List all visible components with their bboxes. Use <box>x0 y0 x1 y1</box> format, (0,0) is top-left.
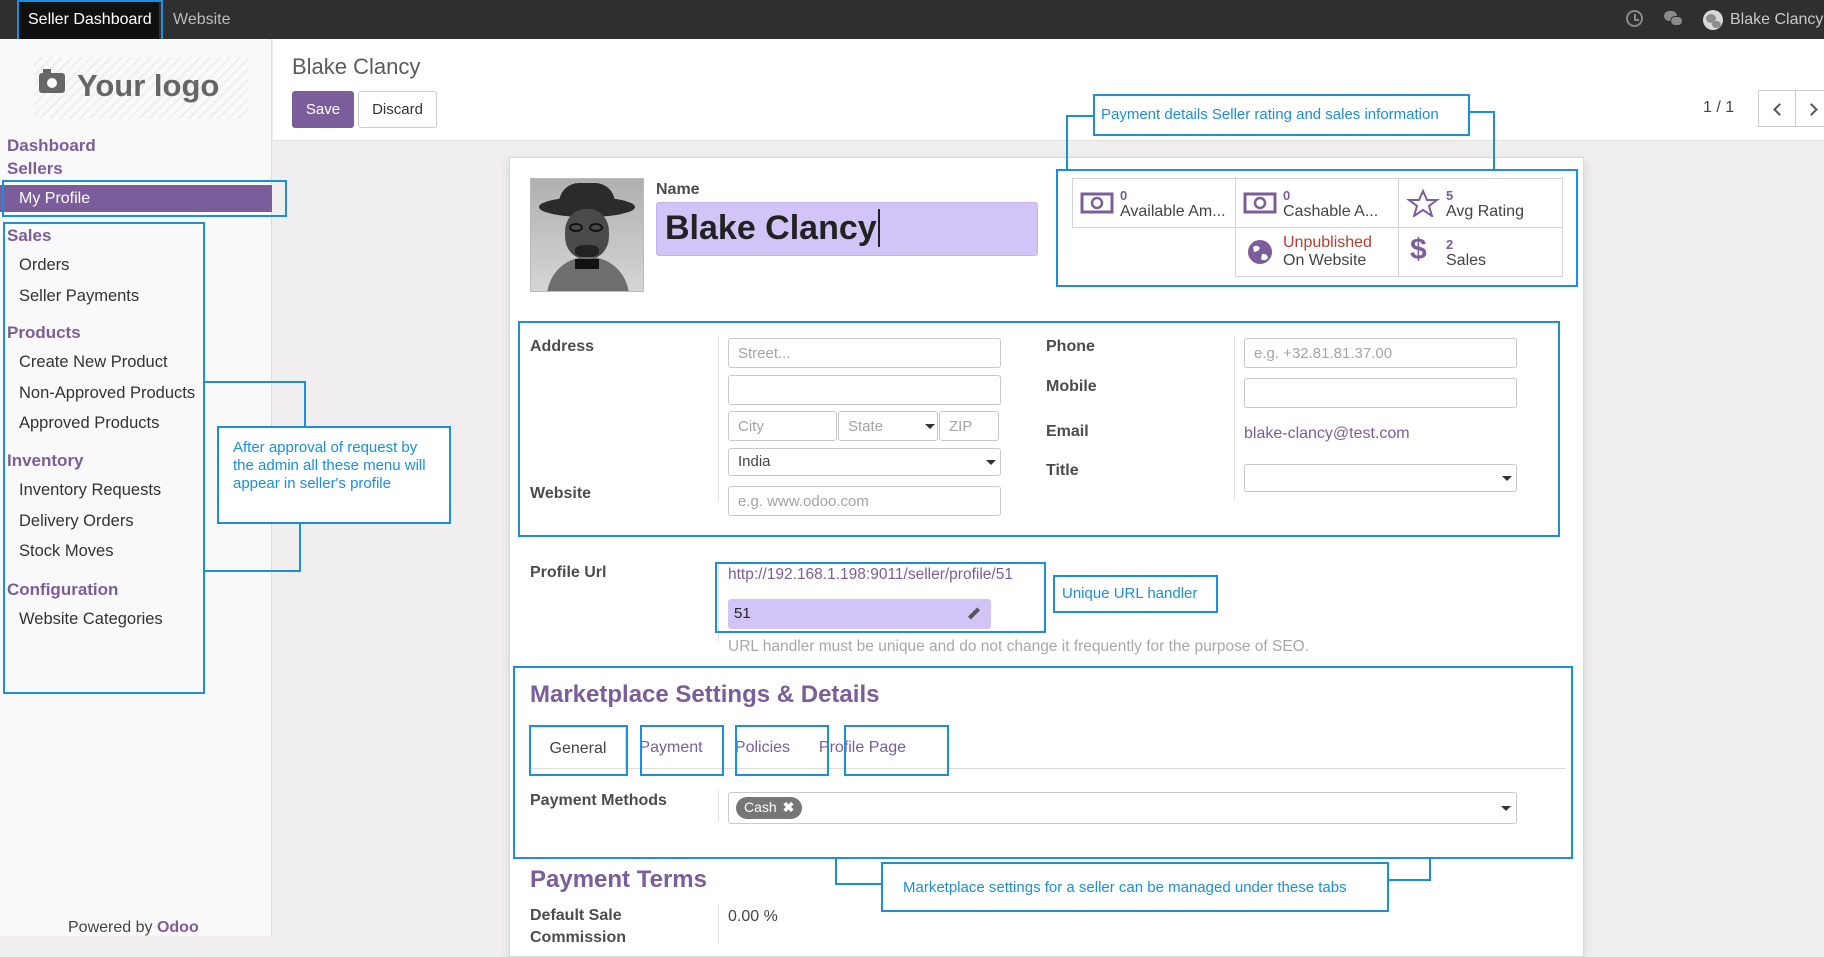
chat-icon[interactable] <box>1664 11 1684 27</box>
annotation-box-address <box>518 321 1560 537</box>
odoo-link[interactable]: Odoo <box>157 919 199 936</box>
name-label: Name <box>656 181 700 198</box>
annotation-connector <box>205 381 306 427</box>
powered-by: Powered by Odoo <box>68 919 199 937</box>
url-help-text: URL handler must be unique and do not ch… <box>728 638 1310 655</box>
annotation-payment-details: Payment details Seller rating and sales … <box>1093 94 1470 136</box>
annotation-box-profile-url <box>715 562 1046 633</box>
annotation-menu-note: After approval of request by the admin a… <box>217 426 451 524</box>
payment-terms-title: Payment Terms <box>530 866 707 893</box>
annotation-box-tab-general <box>529 725 628 776</box>
user-avatar-icon[interactable] <box>1703 10 1723 30</box>
annotation-box-tab-profile-page <box>844 725 949 776</box>
nav-website[interactable]: Website <box>173 0 243 39</box>
menu-dashboard[interactable]: Dashboard <box>7 136 96 156</box>
name-input[interactable]: Blake Clancy <box>656 202 1038 256</box>
profile-url-label: Profile Url <box>530 564 607 581</box>
logo: Your logo <box>34 57 248 119</box>
user-menu[interactable]: Blake Clancy <box>1730 0 1824 39</box>
control-panel: Blake Clancy Save Discard 1 / 1 <box>273 39 1824 141</box>
annotation-connector <box>1386 858 1431 881</box>
annotation-unique-url: Unique URL handler <box>1053 575 1218 613</box>
powered-by-text: Powered by <box>68 919 153 936</box>
annotation-marketplace-note: Marketplace settings for a seller can be… <box>881 862 1389 912</box>
menu-sellers[interactable]: Sellers <box>7 159 63 179</box>
pager-next-button[interactable] <box>1795 90 1824 127</box>
breadcrumb[interactable]: Blake Clancy <box>292 54 420 80</box>
annotation-box-menus <box>3 222 205 694</box>
pager-previous-button[interactable] <box>1758 90 1796 127</box>
annotation-connector <box>835 858 883 885</box>
annotation-box-tab-policies <box>735 725 829 776</box>
default-sale-commission-value: 0.00 % <box>728 908 778 925</box>
default-sale-commission-label: Default Sale Commission <box>530 907 627 946</box>
annotation-connector <box>205 523 301 572</box>
group-divider <box>718 904 719 944</box>
clock-icon[interactable] <box>1626 10 1643 27</box>
logo-text: Your logo <box>77 68 220 103</box>
discard-button[interactable]: Discard <box>358 91 437 128</box>
annotation-connector <box>1066 115 1095 170</box>
annotation-box-stats <box>1056 169 1578 287</box>
seller-avatar[interactable] <box>530 178 644 292</box>
save-button[interactable]: Save <box>292 91 354 128</box>
top-navbar: Seller Dashboard Website Blake Clancy <box>0 0 1824 39</box>
name-input-value: Blake Clancy <box>665 209 877 247</box>
annotation-connector <box>1468 111 1495 170</box>
annotation-box-tab-payment <box>640 725 724 776</box>
pager-value: 1 / 1 <box>1703 99 1735 116</box>
camera-icon <box>39 69 65 93</box>
annotation-box-my-profile <box>2 180 287 217</box>
